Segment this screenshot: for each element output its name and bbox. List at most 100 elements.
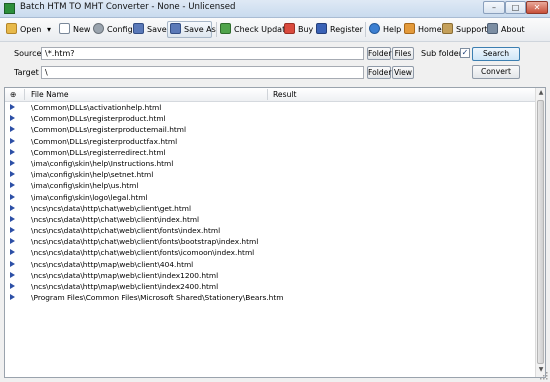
- table-row[interactable]: \Common\DLLs\registerproductfax.html: [5, 136, 535, 147]
- buy-button[interactable]: Buy: [284, 21, 313, 38]
- maximize-button[interactable]: □: [505, 1, 526, 14]
- search-button[interactable]: Search: [472, 47, 520, 61]
- support-button[interactable]: Support: [442, 21, 488, 38]
- file-name-cell: \ncs\ncs\data\http\chat\web\client\fonts…: [31, 226, 221, 236]
- convert-button[interactable]: Convert: [472, 65, 520, 79]
- file-list[interactable]: ⊕ File Name Result \Common\DLLs\activati…: [4, 87, 546, 378]
- vertical-scrollbar[interactable]: ▲ ▼: [535, 88, 545, 377]
- file-name-cell: \Common\DLLs\registerproductemail.html: [31, 125, 187, 135]
- check-update-button[interactable]: Check Update: [220, 21, 290, 38]
- source-label: Source: [14, 49, 42, 58]
- help-icon: [369, 23, 380, 34]
- table-row[interactable]: \ncs\ncs\data\http\chat\web\client\get.h…: [5, 203, 535, 214]
- file-name-cell: \ncs\ncs\data\http\map\web\client\index1…: [31, 270, 219, 280]
- row-pointer-icon: [10, 182, 15, 189]
- result-column-header[interactable]: Result: [273, 88, 296, 101]
- save-button[interactable]: Save: [133, 21, 167, 38]
- register-icon: [316, 23, 327, 34]
- file-rows: \Common\DLLs\activationhelp.html \Common\…: [5, 102, 535, 303]
- table-row[interactable]: \Common\DLLs\registerredirect.html: [5, 147, 535, 158]
- home-icon: [404, 23, 415, 34]
- scroll-up-arrow-icon[interactable]: ▲: [537, 89, 545, 99]
- file-name-cell: \ima\config\skin\help\us.html: [31, 181, 139, 191]
- open-dropdown-arrow[interactable]: ▾: [47, 21, 51, 38]
- file-name-column-header[interactable]: File Name: [31, 88, 69, 101]
- file-name-cell: \Common\DLLs\registerproduct.html: [31, 114, 166, 124]
- config-button[interactable]: Config: [93, 21, 133, 38]
- buy-label: Buy: [298, 25, 314, 34]
- file-list-header: ⊕ File Name Result: [5, 88, 535, 102]
- cart-icon: [284, 23, 295, 34]
- table-row[interactable]: \ncs\ncs\data\http\chat\web\client\fonts…: [5, 225, 535, 236]
- new-label: New: [73, 25, 91, 34]
- title-bar: Batch HTM TO MHT Converter - None - Unli…: [0, 0, 550, 18]
- about-button[interactable]: About: [487, 21, 525, 38]
- row-pointer-icon: [10, 171, 15, 178]
- table-row[interactable]: \ncs\ncs\data\http\chat\web\client\fonts…: [5, 247, 535, 258]
- help-button[interactable]: Help: [369, 21, 401, 38]
- toolbar-separator: [365, 22, 366, 37]
- new-button[interactable]: New: [59, 21, 90, 38]
- file-name-cell: \Common\DLLs\registerredirect.html: [31, 147, 166, 157]
- table-row[interactable]: \ncs\ncs\data\http\chat\web\client\index…: [5, 214, 535, 225]
- home-label: Home: [418, 25, 442, 34]
- row-pointer-icon: [10, 260, 15, 267]
- target-label: Target: [14, 68, 39, 77]
- floppy-as-icon: [170, 23, 181, 34]
- status-column-header[interactable]: ⊕: [10, 88, 16, 101]
- new-file-icon: [59, 23, 70, 34]
- subfolders-checkbox[interactable]: ✓: [460, 48, 470, 58]
- table-row[interactable]: \ncs\ncs\data\http\map\web\client\404.ht…: [5, 259, 535, 270]
- table-row[interactable]: \ima\config\skin\logo\legal.html: [5, 192, 535, 203]
- file-name-cell: \ima\config\skin\help\Instructions.html: [31, 158, 174, 168]
- minimize-button[interactable]: –: [483, 1, 505, 14]
- file-name-cell: \ncs\ncs\data\http\chat\web\client\index…: [31, 214, 200, 224]
- row-pointer-icon: [10, 126, 15, 133]
- home-button[interactable]: Home: [404, 21, 442, 38]
- toolbar: Open ▾ New Config Save Save As Check Upd…: [0, 18, 550, 42]
- table-row[interactable]: \Program Files\Common Files\Microsoft Sh…: [5, 292, 535, 303]
- open-label: Open: [20, 25, 42, 34]
- table-row[interactable]: \Common\DLLs\registerproductemail.html: [5, 124, 535, 135]
- window-title: Batch HTM TO MHT Converter - None - Unli…: [20, 2, 236, 12]
- toolbar-separator: [216, 22, 217, 37]
- gear-icon: [93, 23, 104, 34]
- row-pointer-icon: [10, 115, 15, 122]
- app-icon: [4, 3, 15, 14]
- source-input[interactable]: \*.htm?: [41, 47, 364, 60]
- row-pointer-icon: [10, 104, 15, 110]
- about-icon: [487, 23, 498, 34]
- source-folder-button[interactable]: Folder: [367, 47, 391, 60]
- row-pointer-icon: [10, 238, 15, 245]
- close-button[interactable]: ✕: [526, 1, 548, 14]
- resize-grip-icon[interactable]: [540, 372, 548, 380]
- row-pointer-icon: [10, 249, 15, 256]
- row-pointer-icon: [10, 193, 15, 200]
- folder-open-icon: [6, 23, 17, 34]
- table-row[interactable]: \ima\config\skin\help\us.html: [5, 180, 535, 191]
- config-label: Config: [107, 25, 133, 34]
- table-row[interactable]: \Common\DLLs\registerproduct.html: [5, 113, 535, 124]
- file-name-cell: \Program Files\Common Files\Microsoft Sh…: [31, 293, 284, 303]
- target-view-button[interactable]: View: [392, 66, 414, 79]
- register-button[interactable]: Register: [316, 21, 363, 38]
- column-divider: [24, 89, 25, 100]
- table-row[interactable]: \ncs\ncs\data\http\chat\web\client\fonts…: [5, 236, 535, 247]
- table-row[interactable]: \ncs\ncs\data\http\map\web\client\index1…: [5, 270, 535, 281]
- table-row[interactable]: \ima\config\skin\help\Instructions.html: [5, 158, 535, 169]
- table-row[interactable]: \ncs\ncs\data\http\map\web\client\index2…: [5, 281, 535, 292]
- target-input[interactable]: \: [41, 66, 364, 79]
- file-name-cell: \ncs\ncs\data\http\map\web\client\404.ht…: [31, 259, 194, 269]
- source-files-button[interactable]: Files: [392, 47, 414, 60]
- chevron-down-icon: ▾: [47, 25, 52, 34]
- row-pointer-icon: [10, 227, 15, 234]
- save-as-button[interactable]: Save As: [167, 21, 216, 38]
- table-row[interactable]: \Common\DLLs\activationhelp.html: [5, 102, 535, 113]
- support-label: Support: [456, 25, 488, 34]
- open-button[interactable]: Open: [6, 21, 41, 38]
- scrollbar-thumb[interactable]: [537, 100, 544, 364]
- table-row[interactable]: \ima\config\skin\help\setnet.html: [5, 169, 535, 180]
- file-name-cell: \ima\config\skin\help\setnet.html: [31, 170, 154, 180]
- target-folder-button[interactable]: Folder: [367, 66, 391, 79]
- row-pointer-icon: [10, 159, 15, 166]
